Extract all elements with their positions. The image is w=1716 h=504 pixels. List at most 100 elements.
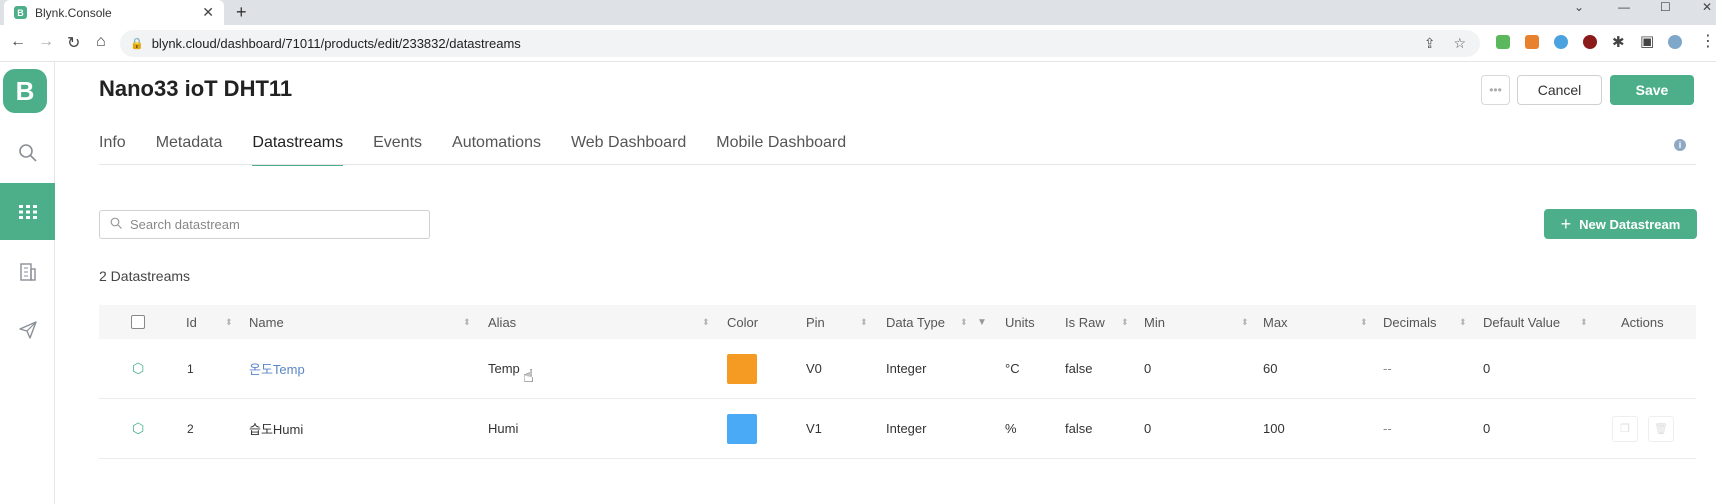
tab-events[interactable]: Events	[373, 134, 422, 166]
column-header-is-raw[interactable]: Is Raw	[1065, 305, 1105, 339]
delete-icon[interactable]: 🗑	[1648, 415, 1674, 442]
bookmark-star-icon[interactable]: ☆	[1453, 35, 1466, 52]
tab-search-chevron-icon[interactable]: ⌄	[1574, 0, 1584, 14]
sort-icon[interactable]: ⬍	[960, 305, 968, 339]
search-icon[interactable]	[0, 124, 55, 181]
cell-default-value: 0	[1483, 361, 1491, 376]
sort-icon[interactable]: ⬍	[702, 305, 710, 339]
minimize-icon[interactable]: —	[1618, 0, 1630, 14]
sort-icon[interactable]: ⬍	[463, 305, 471, 339]
side-panel-icon[interactable]: ▣	[1640, 32, 1654, 50]
url-field[interactable]: 🔒 blynk.cloud/dashboard/71011/products/e…	[120, 30, 1480, 57]
cell-units: °C	[1005, 361, 1020, 376]
tabs-divider	[99, 164, 1696, 165]
column-header-default-value[interactable]: Default Value	[1483, 305, 1560, 339]
column-header-id[interactable]: Id	[186, 305, 197, 339]
column-header-max[interactable]: Max	[1263, 305, 1288, 339]
search-icon	[110, 217, 122, 232]
back-arrow-icon[interactable]: ←	[10, 33, 26, 51]
sort-icon[interactable]: ⬍	[1121, 305, 1129, 339]
color-swatch	[727, 353, 757, 384]
column-header-min[interactable]: Min	[1144, 305, 1165, 339]
column-header-alias[interactable]: Alias	[488, 305, 516, 339]
sort-icon[interactable]: ⬍	[1241, 305, 1249, 339]
filter-icon[interactable]: ▼	[977, 305, 987, 339]
search-input[interactable]	[130, 217, 420, 232]
profile-avatar-icon[interactable]	[1668, 35, 1682, 49]
column-header-actions: Actions	[1621, 314, 1664, 330]
info-icon[interactable]: i	[1674, 139, 1686, 151]
cancel-button[interactable]: Cancel	[1517, 75, 1602, 105]
cell-pin: V1	[806, 421, 822, 436]
send-icon[interactable]	[0, 301, 55, 358]
browser-tab[interactable]: B Blynk.Console ✕	[4, 0, 224, 25]
cell-id: 2	[187, 421, 194, 436]
more-options-button[interactable]: •••	[1481, 75, 1510, 105]
blynk-logo[interactable]: B	[3, 69, 47, 113]
cell-max: 60	[1263, 361, 1278, 376]
tab-info[interactable]: Info	[99, 134, 126, 166]
close-tab-icon[interactable]: ✕	[202, 4, 214, 21]
tab-mobile-dashboard[interactable]: Mobile Dashboard	[716, 134, 846, 166]
share-icon[interactable]: ⇪	[1424, 35, 1436, 52]
sort-icon[interactable]: ⬍	[1459, 305, 1467, 339]
new-datastream-button[interactable]: + New Datastream	[1544, 209, 1697, 239]
column-header-decimals[interactable]: Decimals	[1383, 305, 1436, 339]
tab-web-dashboard[interactable]: Web Dashboard	[571, 134, 686, 166]
cell-is-raw: false	[1065, 421, 1093, 436]
sort-icon[interactable]: ⬍	[1580, 305, 1588, 339]
search-box[interactable]	[99, 210, 430, 239]
table-row[interactable]: ⬡ 1 온도Temp Temp V0 Integer °C false 0 60…	[99, 339, 1696, 399]
cloud-extension-icon[interactable]	[1554, 35, 1568, 49]
hand-cursor-icon: ☝	[523, 366, 534, 386]
column-header-color: Color	[727, 314, 759, 330]
extension-icon[interactable]	[1525, 35, 1539, 49]
plus-icon: +	[1560, 213, 1572, 234]
cell-min: 0	[1144, 361, 1152, 376]
cell-decimals: --	[1383, 421, 1392, 436]
lock-icon: 🔒	[130, 38, 144, 50]
reload-icon[interactable]: ↻	[67, 33, 80, 53]
column-header-pin[interactable]: Pin	[806, 305, 825, 339]
sort-icon[interactable]: ⬍	[860, 305, 868, 339]
cell-alias: Humi	[488, 421, 519, 436]
browser-tab-bar: B Blynk.Console ✕ + ⌄ — ☐ ✕	[0, 0, 1716, 25]
tab-datastreams[interactable]: Datastreams	[252, 134, 344, 166]
extension-icon[interactable]	[1496, 35, 1510, 49]
address-bar-row: ← → ↻ ⌂ 🔒 blynk.cloud/dashboard/71011/pr…	[0, 25, 1716, 62]
column-header-name[interactable]: Name	[249, 305, 284, 339]
column-header-data-type[interactable]: Data Type	[886, 305, 945, 339]
home-icon[interactable]: ⌂	[96, 33, 106, 51]
close-window-icon[interactable]: ✕	[1702, 0, 1712, 14]
tab-automations[interactable]: Automations	[452, 134, 541, 166]
maximize-icon[interactable]: ☐	[1660, 0, 1671, 14]
browser-menu-icon[interactable]: ⋮	[1700, 31, 1716, 51]
cell-name-link[interactable]: 습도Humi	[249, 399, 303, 458]
url-text: blynk.cloud/dashboard/71011/products/edi…	[151, 36, 521, 51]
tab-title: Blynk.Console	[35, 5, 112, 20]
duplicate-icon[interactable]: ❐	[1612, 415, 1638, 442]
new-tab-button[interactable]: +	[236, 2, 247, 23]
cell-id: 1	[187, 361, 194, 376]
ublock-icon[interactable]	[1583, 35, 1597, 49]
cell-data-type: Integer	[886, 361, 927, 376]
datastream-cube-icon: ⬡	[132, 360, 145, 376]
cell-data-type: Integer	[886, 421, 927, 436]
puzzle-extensions-icon[interactable]: ✱	[1612, 33, 1625, 51]
cell-is-raw: false	[1065, 361, 1093, 376]
tab-metadata[interactable]: Metadata	[156, 134, 223, 166]
building-icon[interactable]	[0, 243, 55, 300]
select-all-checkbox[interactable]	[131, 315, 145, 329]
sort-icon[interactable]: ⬍	[1360, 305, 1368, 339]
cell-max: 100	[1263, 421, 1285, 436]
save-button[interactable]: Save	[1610, 75, 1694, 105]
cell-name-link[interactable]: 온도Temp	[249, 339, 305, 398]
forward-arrow-icon[interactable]: →	[38, 33, 54, 51]
cell-pin: V0	[806, 361, 822, 376]
sort-icon[interactable]: ⬍	[225, 305, 233, 339]
cell-units: %	[1005, 421, 1017, 436]
datastreams-table: Id ⬍ Name ⬍ Alias ⬍ Color Pin ⬍ Data Typ…	[99, 305, 1696, 459]
table-row[interactable]: ⬡ 2 습도Humi Humi V1 Integer % false 0 100…	[99, 399, 1696, 459]
grid-icon[interactable]	[0, 183, 55, 240]
cell-decimals: --	[1383, 361, 1392, 376]
